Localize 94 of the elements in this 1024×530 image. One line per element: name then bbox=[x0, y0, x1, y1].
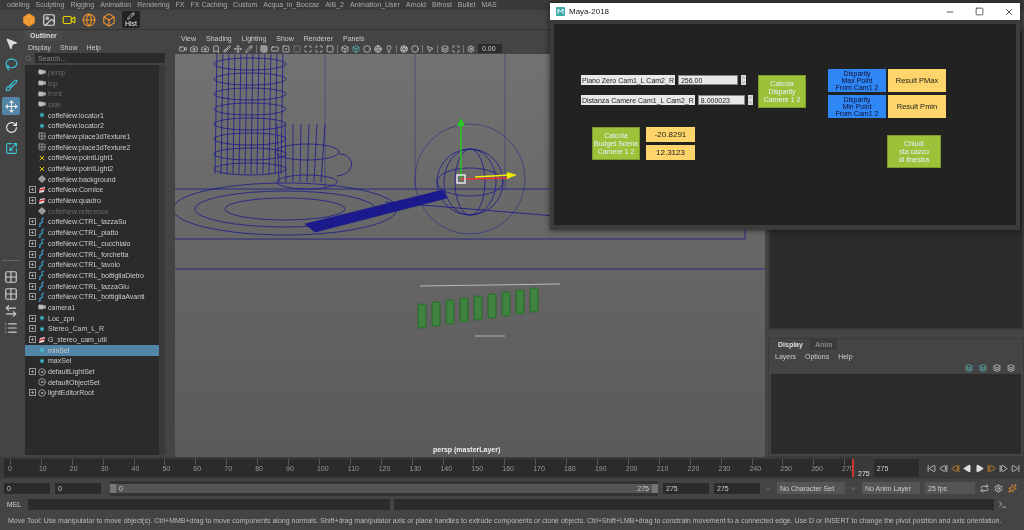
loop-icon[interactable] bbox=[980, 483, 989, 493]
pencil-icon[interactable] bbox=[245, 44, 253, 53]
play-backward-icon[interactable] bbox=[963, 463, 972, 473]
frame-icon[interactable] bbox=[315, 44, 323, 53]
pencil-icon bbox=[127, 12, 136, 20]
step-back-icon[interactable] bbox=[939, 463, 948, 473]
tool-button[interactable] bbox=[2, 55, 20, 73]
expand-icon[interactable] bbox=[29, 239, 36, 247]
expand-icon[interactable] bbox=[29, 186, 36, 194]
layers-icon[interactable] bbox=[1007, 364, 1015, 372]
settings-icon[interactable] bbox=[467, 44, 475, 53]
bulb-icon[interactable] bbox=[385, 44, 393, 53]
arrow-icon bbox=[4, 36, 18, 50]
camera-icon[interactable] bbox=[190, 44, 198, 53]
spinner-control[interactable] bbox=[740, 75, 746, 85]
down-icon bbox=[740, 80, 746, 85]
go-to-start-icon[interactable] bbox=[927, 463, 936, 473]
result-value: -20.8291 bbox=[646, 127, 695, 142]
move-icon bbox=[4, 99, 18, 113]
tool-button[interactable] bbox=[2, 97, 20, 115]
expand-icon[interactable] bbox=[29, 261, 36, 269]
down-icon bbox=[747, 100, 753, 105]
window-title: Maya-2018 bbox=[569, 7, 611, 16]
sparkles-icon[interactable] bbox=[1008, 483, 1017, 493]
layers-icon[interactable] bbox=[441, 44, 449, 53]
go-to-end-icon[interactable] bbox=[1011, 463, 1020, 473]
rectangle-icon[interactable] bbox=[271, 44, 279, 53]
layout-icon[interactable] bbox=[4, 270, 18, 284]
expand-icon[interactable] bbox=[29, 271, 36, 279]
move-icon[interactable] bbox=[234, 44, 242, 53]
cube-icon[interactable] bbox=[352, 44, 360, 53]
expand-icon[interactable] bbox=[29, 197, 36, 205]
expand-icon[interactable] bbox=[29, 282, 36, 290]
expand-icon[interactable] bbox=[29, 314, 36, 322]
circle-icon[interactable] bbox=[411, 44, 419, 53]
aperture-icon[interactable] bbox=[400, 44, 408, 53]
brush-icon bbox=[4, 78, 18, 92]
scale-icon bbox=[4, 141, 18, 155]
mesh-icon bbox=[38, 185, 46, 194]
expand-icon[interactable] bbox=[29, 325, 36, 333]
layers-icon[interactable] bbox=[993, 364, 1001, 372]
square-dot-icon[interactable] bbox=[282, 44, 290, 53]
image-icon[interactable] bbox=[42, 12, 56, 27]
split-icon[interactable] bbox=[4, 304, 18, 318]
pointer-icon[interactable] bbox=[426, 44, 434, 53]
app-icon bbox=[556, 7, 565, 16]
expand-icon[interactable] bbox=[29, 293, 36, 301]
expand-icon[interactable] bbox=[29, 250, 36, 258]
mesh-icon bbox=[38, 335, 46, 344]
expand-icon[interactable] bbox=[29, 389, 36, 397]
frame-icon[interactable] bbox=[304, 44, 312, 53]
play-icon[interactable] bbox=[975, 463, 984, 473]
grid-icon bbox=[38, 143, 46, 152]
grid-icon[interactable] bbox=[260, 44, 268, 53]
cube-icon[interactable] bbox=[102, 12, 116, 27]
mesh-icon bbox=[38, 196, 46, 205]
expand-icon[interactable] bbox=[29, 368, 36, 376]
close-icon[interactable] bbox=[1004, 6, 1014, 17]
camera-icon bbox=[38, 100, 46, 109]
list-icon[interactable] bbox=[4, 321, 18, 335]
search-icon bbox=[25, 54, 32, 62]
diamond-icon bbox=[38, 175, 46, 184]
layers-icon[interactable] bbox=[965, 364, 973, 372]
settings-icon[interactable] bbox=[994, 483, 1003, 493]
lasso-icon bbox=[4, 57, 18, 71]
cross-icon bbox=[38, 153, 46, 162]
camera-icon[interactable] bbox=[179, 44, 187, 53]
rotate-icon bbox=[4, 120, 18, 134]
up-icon bbox=[740, 75, 746, 80]
layout-icon[interactable] bbox=[4, 287, 18, 301]
spinner-control[interactable] bbox=[747, 95, 753, 105]
command-field[interactable] bbox=[28, 499, 390, 510]
camera-icon bbox=[38, 68, 46, 77]
tool-button[interactable] bbox=[2, 76, 20, 94]
frame-icon[interactable] bbox=[452, 44, 460, 53]
script-editor-icon[interactable] bbox=[998, 500, 1007, 509]
result-value: 12.3123 bbox=[646, 145, 695, 160]
sphere-icon[interactable] bbox=[82, 12, 96, 27]
grid-icon bbox=[38, 132, 46, 141]
diamond-icon bbox=[38, 207, 46, 216]
camera-icon bbox=[38, 303, 46, 312]
step-forward-icon[interactable] bbox=[999, 463, 1008, 473]
up-icon bbox=[747, 95, 753, 100]
maximize-icon[interactable] bbox=[975, 7, 984, 16]
cross-icon bbox=[38, 164, 46, 173]
crate-icon[interactable] bbox=[22, 12, 36, 27]
layers-icon[interactable] bbox=[979, 364, 987, 372]
expand-icon[interactable] bbox=[29, 218, 36, 226]
expand-icon[interactable] bbox=[29, 229, 36, 237]
circle-icon[interactable] bbox=[363, 44, 371, 53]
camera-icon[interactable] bbox=[201, 44, 209, 53]
bookmark-icon[interactable] bbox=[212, 44, 220, 53]
expand-icon[interactable] bbox=[29, 336, 36, 344]
brush-icon[interactable] bbox=[223, 44, 231, 53]
